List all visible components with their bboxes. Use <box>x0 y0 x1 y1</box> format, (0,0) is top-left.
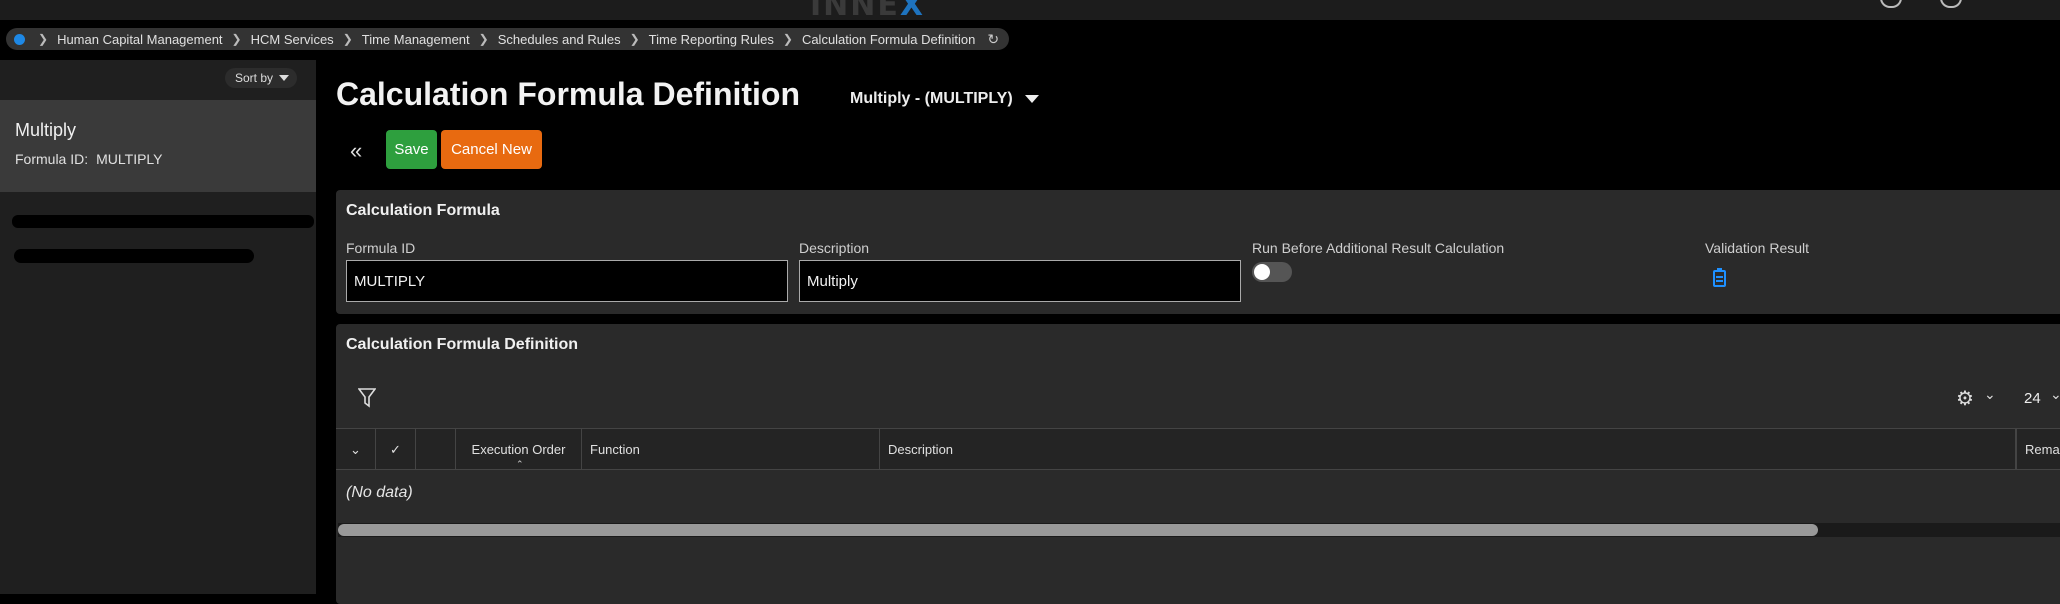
column-label: Function <box>590 442 640 457</box>
clipboard-icon[interactable] <box>1713 268 1726 287</box>
run-before-label: Run Before Additional Result Calculation <box>1252 240 1505 256</box>
panel-title: Calculation Formula <box>346 202 500 219</box>
chevron-down-icon[interactable]: ⌄ <box>2050 386 2060 403</box>
empty-state-text: (No data) <box>346 484 413 501</box>
user-icon[interactable] <box>1880 0 1902 8</box>
breadcrumb-current: Calculation Formula Definition <box>801 31 976 47</box>
description-field[interactable] <box>799 260 1241 302</box>
home-icon[interactable] <box>14 33 25 45</box>
chevron-right-icon: ❯ <box>478 32 489 46</box>
sort-ascending-icon: ⌃ <box>516 459 524 469</box>
column-remarks[interactable]: Remar <box>2016 429 2060 470</box>
breadcrumb-item[interactable]: Schedules and Rules <box>498 32 621 47</box>
horizontal-scrollbar[interactable] <box>338 523 2060 537</box>
top-bar: INNEX <box>0 0 2060 23</box>
record-selector[interactable]: Multiply - (MULTIPLY) <box>850 90 1039 108</box>
breadcrumb: ❯ Human Capital Management ❯ HCM Service… <box>6 28 1010 50</box>
calculation-formula-panel: Calculation Formula Formula ID Descripti… <box>336 190 2060 314</box>
validation-result-label: Validation Result <box>1705 240 1810 256</box>
formula-id-field[interactable] <box>346 260 788 302</box>
grid-header-empty <box>416 429 456 470</box>
save-button[interactable]: Save <box>386 130 437 169</box>
description-label: Description <box>799 240 870 256</box>
formula-definition-panel: Calculation Formula Definition ⚙ ⌄ 24 ⌄ … <box>336 324 2060 604</box>
chevron-right-icon: ❯ <box>342 32 353 46</box>
redacted-block <box>14 249 254 263</box>
cancel-new-button[interactable]: Cancel New <box>441 130 542 169</box>
chevron-right-icon: ❯ <box>38 32 49 46</box>
list-item-formula-id: Formula ID: MULTIPLY <box>15 151 163 167</box>
page-size-select[interactable]: 24 <box>2024 390 2041 407</box>
grid-header: ⌄ ✓ Execution Order ⌃ Function Descripti… <box>336 428 2060 470</box>
breadcrumb-item[interactable]: HCM Services <box>251 32 334 47</box>
select-all-checkbox[interactable]: ✓ <box>376 429 416 470</box>
chevron-down-icon[interactable]: ⌄ <box>1984 386 1996 403</box>
list-item-selected[interactable]: Multiply Formula ID: MULTIPLY <box>0 100 316 192</box>
filter-icon[interactable] <box>358 388 376 408</box>
caret-down-icon <box>1024 95 1039 103</box>
column-label: Description <box>888 442 954 457</box>
expand-all-icon[interactable]: ⌄ <box>336 429 376 470</box>
column-execution-order[interactable]: Execution Order ⌃ <box>456 429 582 470</box>
column-function[interactable]: Function <box>582 429 880 470</box>
breadcrumb-item[interactable]: Time Management <box>362 32 470 47</box>
caret-down-icon <box>279 75 290 81</box>
column-description[interactable]: Description <box>880 429 2016 470</box>
scrollbar-thumb[interactable] <box>338 524 1818 536</box>
chevron-right-icon: ❯ <box>629 32 640 46</box>
gear-icon[interactable]: ⚙ <box>1956 386 1974 411</box>
record-selector-label: Multiply - (MULTIPLY) <box>850 90 1013 107</box>
sort-by-button[interactable]: Sort by <box>225 68 298 88</box>
app-logo[interactable]: INNEX <box>810 0 925 23</box>
sort-by-label: Sort by <box>235 71 274 85</box>
column-label: Remar <box>2025 442 2060 457</box>
list-item-name: Multiply <box>15 120 77 140</box>
record-list-sidebar: Sort by Multiply Formula ID: MULTIPLY <box>0 60 316 594</box>
settings-icon[interactable] <box>1940 0 1962 8</box>
refresh-icon[interactable]: ↻ <box>987 31 999 48</box>
formula-id-label: Formula ID <box>346 240 416 256</box>
column-label: Execution Order <box>471 442 566 457</box>
panel-title: Calculation Formula Definition <box>346 336 579 353</box>
toggle-knob <box>1254 264 1270 280</box>
chevron-right-icon: ❯ <box>231 32 242 46</box>
redacted-block <box>12 215 314 228</box>
run-before-toggle[interactable] <box>1252 262 1292 282</box>
chevron-right-icon: ❯ <box>782 32 793 46</box>
collapse-sidebar-icon[interactable]: « <box>350 138 362 164</box>
breadcrumb-item[interactable]: Time Reporting Rules <box>649 32 774 47</box>
breadcrumb-item[interactable]: Human Capital Management <box>57 32 222 47</box>
page-title: Calculation Formula Definition <box>336 76 801 112</box>
